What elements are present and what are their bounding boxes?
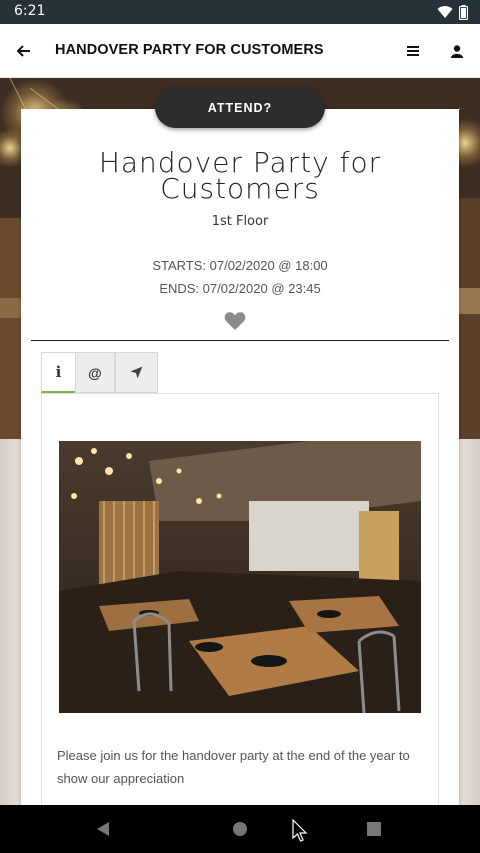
event-start-time: STARTS: 07/02/2020 @ 18:00 <box>152 258 328 273</box>
status-time: 6:21 <box>14 3 46 19</box>
status-icons <box>437 4 468 20</box>
back-arrow-icon[interactable] <box>12 39 36 63</box>
home-icon[interactable] <box>228 817 252 841</box>
event-end-time: ENDS: 07/02/2020 @ 23:45 <box>159 281 321 296</box>
system-nav-bar <box>0 805 480 853</box>
tab-contact[interactable]: @ <box>75 352 115 393</box>
event-tabs: i @ <box>41 352 162 394</box>
event-location: 1st Floor <box>211 214 269 229</box>
divider <box>31 340 449 341</box>
event-description: Please join us for the handover party at… <box>57 748 410 786</box>
event-photo <box>59 441 421 713</box>
menu-icon[interactable] <box>402 39 424 63</box>
user-icon[interactable] <box>446 39 468 63</box>
info-icon: i <box>55 363 62 381</box>
status-bar: 6:21 <box>0 0 480 24</box>
wifi-icon <box>437 6 453 19</box>
tab-location[interactable] <box>115 352 158 393</box>
app-bar: HANDOVER PARTY FOR CUSTOMERS <box>0 24 480 78</box>
heart-icon[interactable] <box>224 311 246 331</box>
back-icon[interactable] <box>91 817 115 841</box>
location-arrow-icon <box>130 366 143 379</box>
battery-icon <box>459 4 468 20</box>
attend-button[interactable]: ATTEND? <box>155 87 325 128</box>
tab-info[interactable]: i <box>41 352 76 393</box>
app-bar-title: HANDOVER PARTY FOR CUSTOMERS <box>55 42 324 58</box>
event-title: Handover Party for Customers <box>98 146 382 205</box>
at-icon: @ <box>88 364 102 381</box>
mouse-cursor-icon <box>292 819 308 842</box>
recents-icon[interactable] <box>362 817 386 841</box>
